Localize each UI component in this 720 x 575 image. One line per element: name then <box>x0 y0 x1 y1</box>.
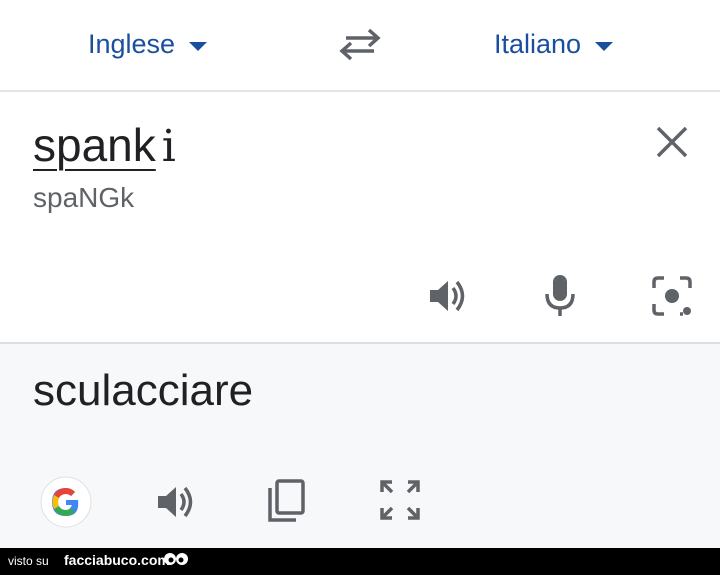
source-language-selector[interactable]: Inglese <box>88 22 208 66</box>
watermark-brand: facciabuco.com <box>64 552 170 568</box>
target-language-label: Italiano <box>494 28 582 59</box>
chevron-down-icon <box>189 41 208 51</box>
eyes-logo-icon <box>164 553 188 565</box>
source-text-field[interactable]: spank i <box>33 122 176 170</box>
google-logo-icon[interactable] <box>40 476 92 528</box>
source-text: spank <box>33 119 156 171</box>
source-input-area[interactable]: spank i spaNGk <box>0 92 720 344</box>
camera-lens-icon[interactable] <box>650 274 694 318</box>
microphone-icon[interactable] <box>540 272 580 320</box>
watermark-footer: visto su facciabuco.com <box>0 548 720 575</box>
swap-languages-icon[interactable] <box>336 24 384 64</box>
speaker-icon[interactable] <box>154 480 198 524</box>
language-bar: Inglese Italiano <box>0 0 720 92</box>
source-language-label: Inglese <box>88 28 176 59</box>
translation-text: sculacciare <box>33 366 254 415</box>
fullscreen-icon[interactable] <box>378 478 422 522</box>
chevron-down-icon <box>595 41 614 51</box>
target-language-selector[interactable]: Italiano <box>494 22 614 66</box>
speaker-icon[interactable] <box>426 274 470 318</box>
text-cursor: i <box>161 121 176 172</box>
translation-output-area: sculacciare <box>0 344 720 548</box>
transliteration-text: spaNGk <box>33 182 135 213</box>
copy-icon[interactable] <box>266 478 308 524</box>
watermark-visto-label: visto su <box>8 554 49 568</box>
close-icon[interactable] <box>652 122 692 162</box>
